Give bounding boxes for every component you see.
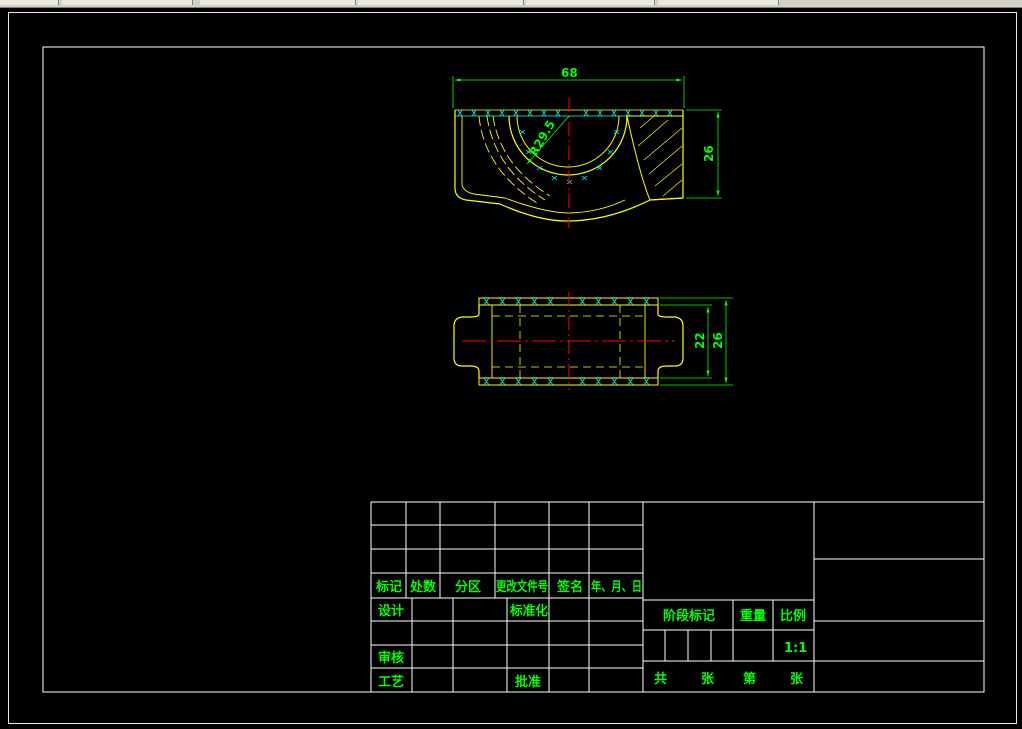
tb-stage-mark-label: 阶段标记 [663,608,715,624]
dim-front-height: 26 [686,109,722,199]
tb-count-label: 处数 [409,579,437,595]
cad-drawing-canvas[interactable]: 68 R29.5 26 22 26 标记 处数 分区 更改文件号 签名 年、月、… [0,0,1022,729]
front-view: 68 R29.5 26 [452,66,722,228]
dim-front-height-text: 26 [702,145,716,162]
tb-weight-label: 重量 [740,608,766,624]
tb-approval-label: 批准 [515,674,541,690]
drawing-border [42,46,985,693]
tb-sheet-no-label: 第 [743,671,756,687]
tb-total-label: 共 [654,671,667,687]
front-right-section [626,115,684,201]
tb-sheets-label: 张 [701,672,715,687]
title-block [370,501,985,693]
tb-sheets2-label: 张 [790,672,804,687]
tb-mark-label: 标记 [375,579,402,595]
dim-front-width-text: 68 [561,66,578,80]
tb-signature-label: 签名 [556,579,583,595]
tb-scale-value: 1:1 [784,641,807,656]
tb-review-label: 审核 [378,650,404,666]
dim-plan-inner-text: 22 [693,332,707,349]
tb-date-label: 年、月、日 [591,579,642,595]
plan-view: 22 26 [453,292,733,390]
tb-zone-label: 分区 [455,579,481,595]
tb-standardization-label: 标准化 [509,603,548,619]
tb-design-label: 设计 [378,603,404,619]
tb-scale-label: 比例 [780,608,806,624]
tb-process-label: 工艺 [378,674,404,690]
dim-front-radius: R29.5 [526,115,570,165]
tb-change-doc-label: 更改文件号 [496,579,548,595]
dim-plan-outer-text: 26 [711,332,725,349]
dim-front-radius-text: R29.5 [526,118,558,159]
